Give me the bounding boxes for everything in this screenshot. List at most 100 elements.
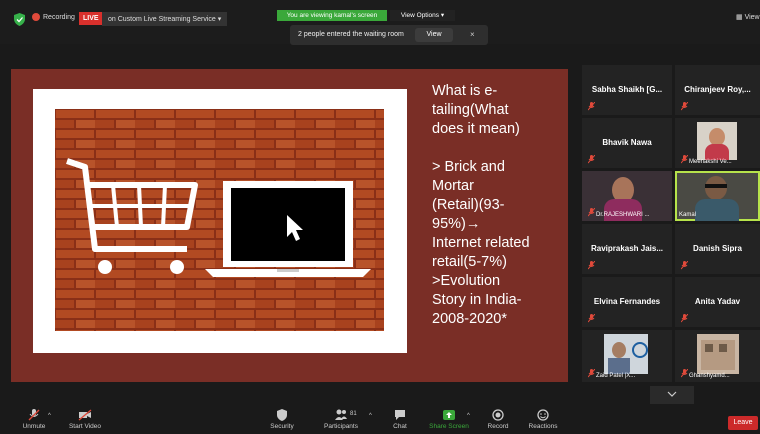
start-video-button[interactable]: Start Video	[60, 409, 110, 430]
participant-tile[interactable]: Raviprakash Jais...	[582, 224, 672, 274]
chat-button[interactable]: Chat	[375, 409, 425, 430]
participant-tile[interactable]: Elvina Fernandes	[582, 277, 672, 327]
video-off-icon	[78, 409, 92, 421]
participant-name: Kamal	[679, 212, 697, 218]
leave-button[interactable]: Leave	[728, 416, 758, 430]
participants-label: Participants	[324, 423, 358, 430]
participants-button[interactable]: Participants	[316, 409, 366, 430]
view-options-label: View Options	[400, 12, 440, 19]
participant-name: Meenakshi Ve...	[689, 159, 732, 165]
security-button[interactable]: Security	[257, 409, 307, 430]
muted-mic-icon	[681, 314, 688, 323]
participant-name: Dr.RAJESHWARI ...	[596, 212, 650, 218]
muted-mic-icon	[681, 261, 688, 270]
participant-photo	[697, 334, 739, 374]
shield-icon	[277, 409, 287, 421]
muted-mic-icon	[588, 102, 595, 111]
participant-tile[interactable]: Bhavik Nawa	[582, 118, 672, 168]
reactions-button[interactable]: Reactions	[518, 409, 568, 430]
caret-up-icon[interactable]: ^	[48, 413, 51, 419]
participants-count: 81	[350, 411, 357, 417]
muted-mic-icon	[588, 369, 595, 378]
participant-tile[interactable]: Danish Sipra	[675, 224, 760, 274]
security-label: Security	[270, 423, 294, 430]
chat-icon	[395, 410, 405, 420]
record-dot-icon	[32, 13, 40, 21]
muted-mic-icon	[588, 208, 595, 217]
participant-photo	[705, 176, 727, 200]
participant-tile[interactable]: Meenakshi Ve...	[675, 118, 760, 168]
shared-screen: What is e- tailing(What does it mean) > …	[11, 69, 568, 382]
caret-up-icon[interactable]: ^	[467, 413, 470, 419]
recording-indicator[interactable]: Recording	[32, 13, 75, 21]
waiting-room-view-button[interactable]: View	[415, 28, 453, 42]
brick-wall-image	[55, 109, 384, 331]
waiting-room-notification: 2 people entered the waiting room View ×	[290, 25, 488, 45]
participant-name: Elvina Fernandes	[593, 297, 661, 306]
slide-line: What is e-	[432, 83, 498, 99]
record-icon	[492, 409, 504, 421]
muted-mic-icon	[588, 155, 595, 164]
participant-photo	[604, 334, 648, 374]
live-badge[interactable]: LIVE	[79, 12, 103, 25]
slide-line: tailing(What	[432, 102, 509, 118]
participant-tile[interactable]: Chiranjeev Roy,...	[675, 65, 760, 115]
participant-tile-active-speaker[interactable]: Kamal	[675, 171, 760, 221]
reactions-label: Reactions	[528, 423, 558, 430]
view-layout-button[interactable]: ▦ View	[736, 13, 760, 21]
participant-name: Zaid Patel |X...	[596, 373, 636, 379]
top-bar: Recording LIVE on Custom Live Streaming …	[0, 0, 760, 45]
participant-tile[interactable]: Dr.RAJESHWARI ...	[582, 171, 672, 221]
stream-service-dropdown[interactable]: on Custom Live Streaming Service ▾	[102, 12, 228, 26]
slide-line: does it mean)	[432, 121, 520, 137]
slide-line: (Retail)(93-	[432, 197, 505, 213]
slide-line: > Brick and	[432, 159, 505, 175]
participant-name: Raviprakash Jais...	[590, 244, 664, 253]
muted-mic-icon	[588, 261, 595, 270]
slide-photo-frame	[33, 89, 407, 353]
stream-service-label: on Custom Live Streaming Service	[108, 16, 216, 23]
participant-tile[interactable]: Zaid Patel |X...	[582, 330, 672, 382]
participant-name: Ghanshyamd...	[689, 373, 730, 379]
participant-name: Bhavik Nawa	[602, 138, 652, 147]
slide-text: What is e- tailing(What does it mean) > …	[432, 82, 562, 329]
view-layout-label: View	[744, 14, 760, 21]
participant-name: Anita Yadav	[694, 297, 741, 306]
participant-name: Danish Sipra	[693, 244, 742, 253]
participant-photo	[697, 122, 737, 160]
slide-line: 95%)→	[432, 216, 481, 232]
muted-mic-icon	[681, 369, 688, 378]
close-icon[interactable]: ×	[470, 30, 475, 39]
slide-line: >Evolution	[432, 273, 501, 289]
grid-icon: ▦	[736, 14, 745, 21]
chat-label: Chat	[393, 423, 407, 430]
shield-icon[interactable]	[14, 13, 25, 26]
meeting-toolbar: Unmute ^ Start Video Security Participan…	[0, 406, 760, 434]
participant-tile[interactable]: Sabha Shaikh [G...	[582, 65, 672, 115]
waiting-room-message: 2 people entered the waiting room	[298, 31, 404, 38]
slide-line: Internet related	[432, 235, 530, 251]
scroll-participants-button[interactable]	[650, 386, 694, 404]
start-video-label: Start Video	[68, 423, 102, 430]
share-screen-icon	[443, 410, 455, 420]
share-screen-label: Share Screen	[429, 423, 469, 430]
caret-up-icon[interactable]: ^	[369, 413, 372, 419]
muted-mic-icon	[681, 155, 688, 164]
participant-name: Chiranjeev Roy,...	[684, 85, 751, 94]
chevron-down-icon	[667, 391, 677, 397]
brick-wall-illustration	[55, 109, 384, 331]
chevron-down-icon: ▾	[217, 16, 222, 23]
slide-line: retail(5-7%)	[432, 254, 507, 270]
muted-mic-icon	[28, 409, 40, 421]
unmute-label: Unmute	[22, 423, 46, 430]
participant-tile[interactable]: Ghanshyamd...	[675, 330, 760, 382]
participants-icon	[335, 409, 347, 420]
muted-mic-icon	[681, 102, 688, 111]
laptop-icon	[205, 181, 371, 277]
view-options-button[interactable]: View Options ▾	[390, 10, 455, 21]
muted-mic-icon	[588, 314, 595, 323]
record-button[interactable]: Record	[473, 409, 523, 430]
participant-tile[interactable]: Anita Yadav	[675, 277, 760, 327]
unmute-button[interactable]: Unmute	[9, 409, 59, 430]
viewing-screen-banner: You are viewing kamal's screen	[277, 10, 387, 21]
